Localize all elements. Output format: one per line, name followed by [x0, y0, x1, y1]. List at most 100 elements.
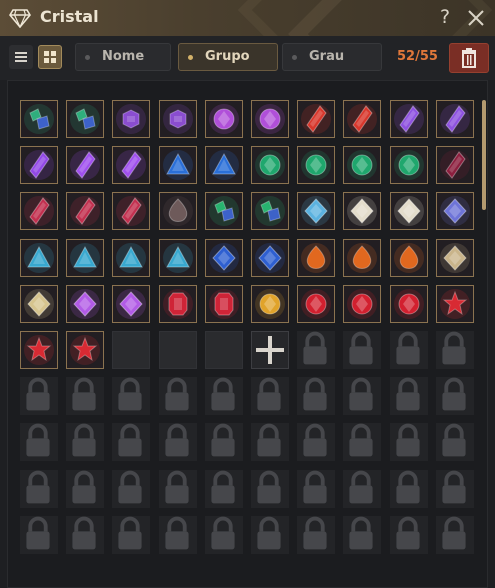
- inventory-slot-gem[interactable]: [251, 238, 289, 277]
- delete-button[interactable]: [449, 43, 489, 73]
- inventory-slot-gem[interactable]: [158, 100, 197, 138]
- lock-icon: [349, 470, 373, 504]
- inventory-slot-gem[interactable]: [297, 146, 336, 185]
- window-title: Cristal: [40, 7, 99, 26]
- inventory-slot-gem[interactable]: [343, 238, 382, 277]
- inventory-slot-gem[interactable]: [112, 192, 151, 231]
- inventory-slot-empty[interactable]: [204, 331, 243, 369]
- lock-icon: [26, 470, 50, 504]
- inventory-slot-gem[interactable]: [20, 331, 58, 369]
- lock-icon: [303, 424, 327, 457]
- inventory-slot-gem[interactable]: [158, 192, 197, 231]
- ruby-round-icon: [301, 288, 332, 319]
- inventory-slot-gem[interactable]: [251, 146, 289, 185]
- radio-dot: [188, 55, 193, 60]
- inventory-slot-locked: [343, 331, 382, 369]
- inventory-slot-gem[interactable]: [343, 284, 382, 323]
- emerald-oval-icon: [347, 150, 378, 181]
- sort-tab-nome[interactable]: Nome: [75, 43, 171, 71]
- list-view-button[interactable]: [9, 45, 33, 69]
- inventory-slot-gem[interactable]: [435, 284, 474, 323]
- lock-icon: [26, 424, 50, 457]
- inventory-slot-gem[interactable]: [343, 146, 382, 185]
- lock-icon: [349, 516, 373, 550]
- garnet-shard-icon: [70, 196, 101, 227]
- inventory-slot-gem[interactable]: [297, 192, 336, 231]
- aquamarine-crystal-icon: [116, 242, 147, 273]
- emerald-sapphire-pair-icon: [70, 104, 101, 134]
- inventory-slot-gem[interactable]: [204, 100, 243, 138]
- inventory-slot-empty[interactable]: [112, 331, 151, 369]
- inventory-slot-gem[interactable]: [204, 238, 243, 277]
- inventory-slot-gem[interactable]: [66, 192, 105, 231]
- inventory-slot-gem[interactable]: [297, 100, 336, 138]
- inventory-slot-locked: [251, 377, 289, 416]
- lock-icon: [396, 470, 420, 504]
- inventory-slot-gem[interactable]: [389, 192, 428, 231]
- inventory-slot-locked: [435, 377, 474, 416]
- inventory-slot-gem[interactable]: [20, 284, 58, 323]
- inventory-slot-gem[interactable]: [112, 238, 151, 277]
- inventory-slot-gem[interactable]: [20, 238, 58, 277]
- inventory-slot-locked: [251, 469, 289, 508]
- sort-tab-grupo[interactable]: Grupo: [178, 43, 278, 71]
- inventory-slot-gem[interactable]: [297, 284, 336, 323]
- close-icon[interactable]: [466, 8, 486, 28]
- grid-view-button[interactable]: [38, 45, 62, 69]
- inventory-slot-gem[interactable]: [112, 146, 151, 185]
- inventory-slot-gem[interactable]: [112, 100, 151, 138]
- sort-tab-grau[interactable]: Grau: [282, 43, 382, 71]
- inventory-slot-gem[interactable]: [435, 238, 474, 277]
- inventory-slot-gem[interactable]: [389, 238, 428, 277]
- inventory-slot-locked: [20, 377, 58, 416]
- inventory-slot-gem[interactable]: [66, 146, 105, 185]
- inventory-slot-gem[interactable]: [158, 238, 197, 277]
- lock-icon: [349, 331, 373, 365]
- title-bar-decoration-2: [237, 0, 493, 36]
- inventory-slot-gem[interactable]: [204, 284, 243, 323]
- inventory-slot-gem[interactable]: [204, 146, 243, 185]
- ruby-shard-icon: [301, 104, 332, 134]
- inventory-slot-gem[interactable]: [20, 192, 58, 231]
- inventory-slot-gem[interactable]: [251, 100, 289, 138]
- inventory-slot-gem[interactable]: [343, 192, 382, 231]
- inventory-slot-locked: [204, 423, 243, 462]
- lock-icon: [303, 377, 327, 411]
- inventory-slot-gem[interactable]: [389, 100, 428, 138]
- inventory-slot-gem[interactable]: [158, 284, 197, 323]
- inventory-slot-locked: [158, 423, 197, 462]
- inventory-slot-gem[interactable]: [66, 100, 105, 138]
- inventory-slot-gem[interactable]: [297, 238, 336, 277]
- inventory-slot-gem[interactable]: [112, 284, 151, 323]
- inventory-slot-empty[interactable]: [158, 331, 197, 369]
- inventory-slot-gem[interactable]: [66, 331, 105, 369]
- inventory-slot-gem[interactable]: [435, 100, 474, 138]
- inventory-slot-locked: [297, 469, 336, 508]
- scrollbar-thumb[interactable]: [482, 100, 486, 210]
- sort-tab-label: Grupo: [205, 49, 250, 64]
- inventory-slot-gem[interactable]: [20, 100, 58, 138]
- tanzanite-diamond-icon: [439, 196, 470, 227]
- inventory-slot-gem[interactable]: [251, 284, 289, 323]
- inventory-slot-locked: [435, 423, 474, 462]
- inventory-slot-gem[interactable]: [204, 192, 243, 231]
- expand-slots-button[interactable]: [251, 331, 289, 369]
- capacity-count: 52/55: [397, 49, 438, 64]
- ruby-star-icon: [70, 335, 101, 365]
- ruby-shard-icon: [347, 104, 378, 134]
- inventory-slot-locked: [343, 469, 382, 508]
- inventory-slot-gem[interactable]: [435, 146, 474, 185]
- inventory-slot-gem[interactable]: [158, 146, 197, 185]
- inventory-slot-gem[interactable]: [435, 192, 474, 231]
- help-button[interactable]: ?: [436, 5, 454, 29]
- inventory-slot-gem[interactable]: [389, 146, 428, 185]
- inventory-slot-locked: [435, 515, 474, 554]
- inventory-slot-gem[interactable]: [251, 192, 289, 231]
- inventory-slot-gem[interactable]: [66, 284, 105, 323]
- inventory-slot-gem[interactable]: [66, 238, 105, 277]
- inventory-slot-gem[interactable]: [389, 284, 428, 323]
- inventory-slot-locked: [112, 515, 151, 554]
- inventory-slot-gem[interactable]: [343, 100, 382, 138]
- inventory-slot-locked: [389, 469, 428, 508]
- inventory-slot-gem[interactable]: [20, 146, 58, 185]
